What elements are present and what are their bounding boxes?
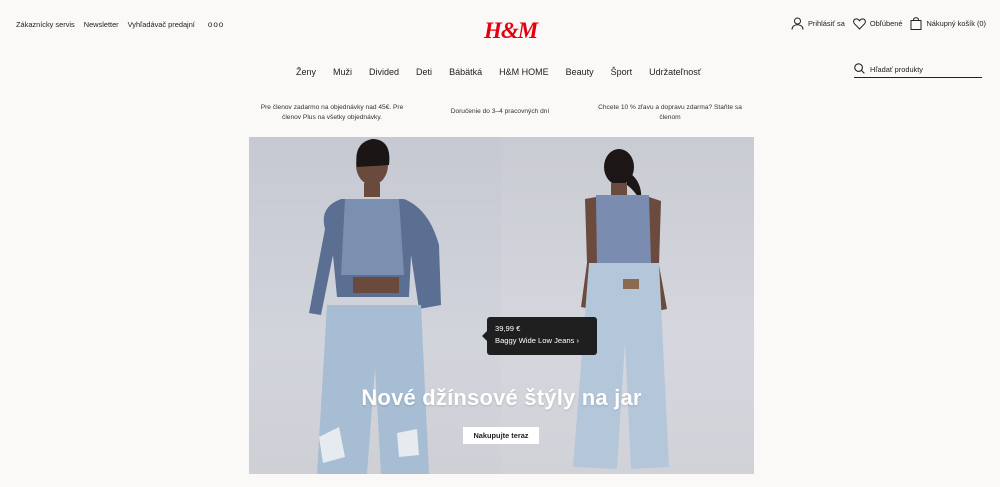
search-bar (854, 62, 982, 78)
model-back-illustration (573, 149, 669, 469)
utility-links: Zákaznícky servis Newsletter Vyhľadávač … (16, 20, 224, 29)
shop-now-button[interactable]: Nakupujte teraz (463, 427, 539, 444)
nav-item-women[interactable]: Ženy (296, 67, 316, 77)
nav-item-sport[interactable]: Šport (611, 67, 633, 77)
product-price-tag[interactable]: 39,99 € Baggy Wide Low Jeans › (482, 317, 597, 355)
product-name-row: Baggy Wide Low Jeans › (495, 335, 589, 347)
brand-logo[interactable]: H&M (484, 18, 538, 44)
nav-item-home[interactable]: H&M HOME (499, 67, 549, 77)
hero-headline: Nové džínsové štýly na jar (361, 385, 642, 410)
hero-image-back (501, 137, 754, 474)
login-label: Prihlásiť sa (807, 19, 845, 28)
nav-item-baby[interactable]: Bábätká (449, 67, 482, 77)
more-icon[interactable]: ooo (208, 20, 224, 29)
cart-label: Nákupný košík (0) (926, 19, 986, 28)
user-icon (791, 17, 804, 30)
nav-item-sustainability[interactable]: Udržateľnosť (649, 67, 701, 77)
main-nav: Ženy Muži Divided Deti Bábätká H&M HOME … (296, 67, 701, 77)
hero-banner[interactable]: 39,99 € Baggy Wide Low Jeans › Nové džín… (249, 137, 754, 474)
product-name: Baggy Wide Low Jeans (495, 336, 575, 345)
search-icon[interactable] (854, 61, 865, 79)
promo-discount[interactable]: Chcete 10 % zľavu a dopravu zdarma? Staň… (588, 103, 752, 122)
chevron-right-icon: › (576, 336, 580, 345)
store-locator-link[interactable]: Vyhľadávač predajní (128, 20, 195, 29)
hero-image-front (249, 137, 501, 474)
favorites-button[interactable]: Obľúbené (852, 17, 903, 30)
nav-item-divided[interactable]: Divided (369, 67, 399, 77)
newsletter-link[interactable]: Newsletter (84, 20, 119, 29)
nav-item-beauty[interactable]: Beauty (566, 67, 594, 77)
nav-item-kids[interactable]: Deti (416, 67, 432, 77)
cart-button[interactable]: Nákupný košík (0) (910, 17, 986, 30)
promo-membership-shipping[interactable]: Pre členov zadarmo na objednávky nad 45€… (252, 103, 412, 122)
heart-icon (852, 17, 866, 30)
customer-service-link[interactable]: Zákaznícky servis (16, 20, 75, 29)
account-actions: Prihlásiť sa Obľúbené Nákupný košík (0) (791, 17, 986, 30)
favorites-label: Obľúbené (869, 19, 903, 28)
search-input[interactable] (870, 65, 980, 74)
nav-item-men[interactable]: Muži (333, 67, 352, 77)
login-button[interactable]: Prihlásiť sa (791, 17, 845, 30)
shopping-bag-icon (910, 17, 922, 30)
product-price: 39,99 € (495, 324, 521, 333)
model-front-illustration (309, 139, 441, 474)
promo-delivery[interactable]: Doručenie do 3–4 pracovných dní (440, 107, 560, 117)
